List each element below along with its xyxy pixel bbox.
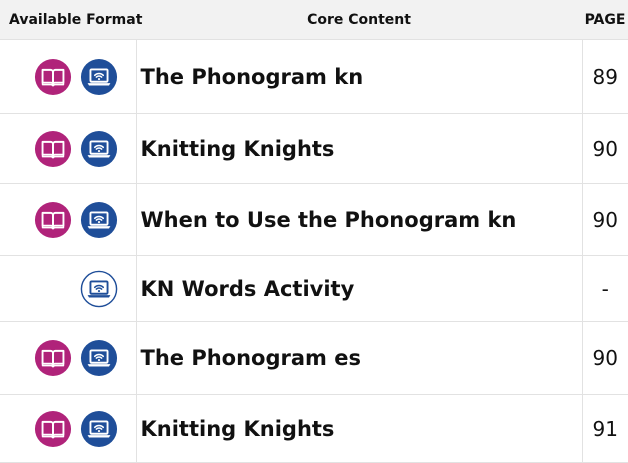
core-content-link[interactable]: Knitting Knights [136,394,582,463]
header-core-content: Core Content [136,0,582,40]
table-of-contents: Available Format Core Content PAGE The P… [0,0,628,463]
core-content-link[interactable]: The Phonogram kn [136,39,582,114]
laptop-wifi-icon[interactable] [80,270,118,308]
laptop-wifi-icon[interactable] [80,339,118,377]
format-cell [0,255,137,322]
format-icons [0,270,136,308]
page-number: 91 [581,394,628,463]
page-number: 90 [581,321,628,395]
page-number: 90 [581,113,628,184]
format-cell [0,39,137,114]
header-available-format: Available Format [0,0,142,40]
page-number: 90 [581,183,628,256]
book-icon[interactable] [34,339,72,377]
format-cell [0,321,137,395]
header-page: PAGE [582,0,628,40]
table-row[interactable]: Knitting Knights 91 [0,394,628,463]
laptop-wifi-icon[interactable] [80,201,118,239]
core-content-link[interactable]: When to Use the Phonogram kn [136,183,582,256]
book-icon[interactable] [34,130,72,168]
format-cell [0,394,137,463]
book-icon[interactable] [34,58,72,96]
table-row[interactable]: When to Use the Phonogram kn 90 [0,183,628,256]
core-content-link[interactable]: Knitting Knights [136,113,582,184]
table-row[interactable]: The Phonogram es 90 [0,321,628,395]
table-row[interactable]: Knitting Knights 90 [0,113,628,184]
laptop-wifi-icon[interactable] [80,410,118,448]
format-icons [0,58,136,96]
format-icons [0,410,136,448]
format-cell [0,183,137,256]
laptop-wifi-icon[interactable] [80,130,118,168]
table-row[interactable]: KN Words Activity - [0,255,628,322]
laptop-wifi-icon[interactable] [80,58,118,96]
format-icons [0,201,136,239]
core-content-link[interactable]: KN Words Activity [136,255,582,322]
table-row[interactable]: The Phonogram kn 89 [0,39,628,114]
book-icon[interactable] [34,201,72,239]
header-row: Available Format Core Content PAGE [0,0,628,40]
core-content-link[interactable]: The Phonogram es [136,321,582,395]
book-icon[interactable] [34,410,72,448]
page-number: - [581,255,628,322]
format-icons [0,339,136,377]
format-cell [0,113,137,184]
format-icons [0,130,136,168]
page-number: 89 [581,39,628,114]
